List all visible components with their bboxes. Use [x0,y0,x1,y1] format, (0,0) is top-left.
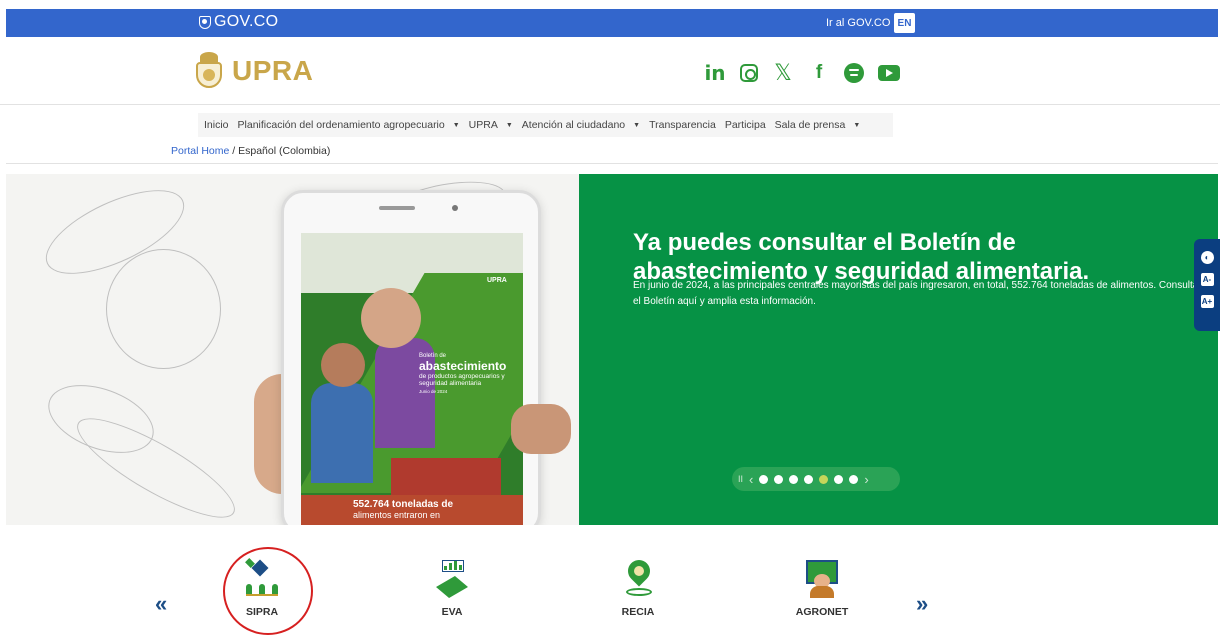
tablet-screen: UPRA Boletín de abastecimiento de produc… [301,233,523,525]
chart-land-icon [432,560,472,600]
chevron-down-icon: ▼ [505,121,513,129]
chevron-left-icon[interactable]: ‹ [749,472,753,487]
sketch-carrot-2 [66,402,246,525]
agronet-farmer-body [810,586,834,598]
carousel-dot[interactable] [759,474,769,484]
language-toggle-button[interactable]: EN [894,13,915,33]
pause-icon[interactable]: II [738,474,743,484]
hand-thumb [511,404,571,454]
main-nav: Inicio Planificación del ordenamiento ag… [198,113,893,137]
screen-title-line3: de productos agropecuarios y seguridad a… [419,373,505,388]
apps-next-arrow[interactable]: » [916,591,928,617]
upra-logo[interactable]: UPRA [192,52,313,90]
screen-title-date: Junio de 2024 [419,389,448,395]
sketch-apple [106,249,221,369]
spotify-icon[interactable] [844,63,864,83]
font-decrease-icon[interactable]: A- [1200,273,1214,286]
app-label: AGRONET [795,606,849,618]
upra-logo-text: UPRA [232,55,314,86]
font-increase-icon[interactable]: A+ [1200,295,1214,308]
screen-stat-2: alimentos entraron en [353,510,441,520]
x-icon[interactable]: 𝕏 [772,60,794,85]
nav-item-upra[interactable]: UPRA ▼ [469,119,513,131]
screen-face-2 [321,343,365,387]
govco-shield-icon [199,15,211,29]
app-agronet[interactable]: AGRONET [777,560,867,618]
carousel-dot[interactable] [834,474,844,484]
app-label: RECIA [621,606,655,618]
eva-chart [442,560,464,572]
satellite-crops-icon [242,558,282,600]
nav-item-sala-prensa[interactable]: Sala de prensa ▼ [775,119,861,131]
breadcrumb-separator: / [229,145,239,157]
tablet-device: UPRA Boletín de abastecimiento de produc… [281,190,541,525]
chevron-right-icon[interactable]: › [864,472,868,487]
accessibility-bar: ◐ A- A+ [1194,239,1220,331]
hero-carousel[interactable]: UPRA Boletín de abastecimiento de produc… [6,174,1218,525]
carousel-dot[interactable] [789,474,799,484]
crops [246,584,278,596]
linkedin-icon[interactable]: in [704,61,726,85]
divider [6,163,1218,164]
screen-stat: 552.764 toneladas de alimentos entraron … [301,495,523,525]
slide-panel: Ya puedes consultar el Boletín de abaste… [579,174,1218,525]
screen-title-line2: abastecimiento [419,359,507,373]
screen-person-2 [311,383,373,483]
slide-description: En junio de 2024, a las principales cent… [633,280,1199,307]
youtube-icon[interactable] [878,65,900,81]
govco-bar: GOV.CO Ir al GOV.CO EN [6,9,1218,37]
screen-stat-1: 552.764 toneladas de [353,499,454,510]
social-links: in 𝕏 f [704,60,900,85]
recia-base [626,588,652,596]
app-sipra[interactable]: SIPRA [217,558,307,618]
facebook-icon[interactable]: f [808,62,830,84]
instagram-icon[interactable] [740,64,758,82]
nav-item-participa[interactable]: Participa [725,119,766,131]
app-eva[interactable]: EVA [407,560,497,618]
carousel-controls: II ‹ › [732,467,900,491]
app-recia[interactable]: RECIA [593,555,683,618]
chevron-down-icon: ▼ [452,121,460,129]
contrast-icon[interactable]: ◐ [1200,251,1214,264]
govco-logo-text: GOV.CO [214,13,279,30]
breadcrumb: Portal Home / Español (Colombia) [171,145,330,157]
carousel-dot[interactable] [804,474,814,484]
nav-item-atencion[interactable]: Atención al ciudadano ▼ [522,119,640,131]
map-pin-icon [618,555,658,600]
carousel-dot[interactable] [774,474,784,484]
colombia-crest-icon [192,52,226,90]
breadcrumb-home-link[interactable]: Portal Home [171,145,229,157]
carousel-dot[interactable] [849,474,859,484]
app-label: EVA [441,606,463,618]
tablet-camera [452,205,458,211]
screen-title: Boletín de abastecimiento de productos a… [419,353,523,394]
slide-image[interactable]: UPRA Boletín de abastecimiento de produc… [6,174,579,525]
breadcrumb-current: Español (Colombia) [238,145,331,157]
recia-pin [623,555,655,587]
nav-item-inicio[interactable]: Inicio [204,119,229,131]
screen-upra-logo: UPRA [487,277,507,284]
screen-face-1 [361,288,421,348]
tablet-speaker [379,206,415,210]
nav-item-transparencia[interactable]: Transparencia [649,119,716,131]
carousel-dot-active[interactable] [819,474,829,484]
site-header: UPRA in 𝕏 f [0,37,1220,105]
farmer-board-icon [802,560,842,600]
chevron-down-icon: ▼ [853,121,861,129]
chevron-down-icon: ▼ [633,121,641,129]
nav-item-planificacion[interactable]: Planificación del ordenamiento agropecua… [238,119,460,131]
apps-prev-arrow[interactable]: « [155,591,167,617]
go-to-govco-link[interactable]: Ir al GOV.CO [826,17,890,29]
eva-land [433,576,471,598]
app-label: SIPRA [245,606,279,618]
govco-logo[interactable]: GOV.CO [199,13,278,31]
